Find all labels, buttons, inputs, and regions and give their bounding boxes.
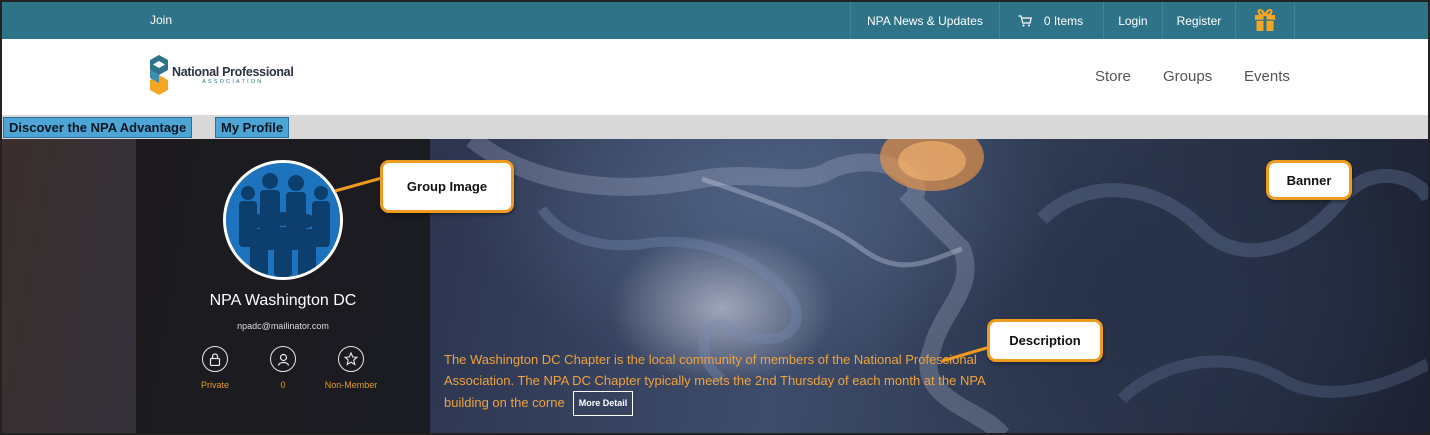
description-connector (941, 345, 991, 363)
group-image-callout: Group Image (380, 160, 514, 213)
description-callout: Description (987, 319, 1103, 362)
group-image-connector (334, 176, 383, 193)
screenshot-frame: Join NPA News & Updates 0 Items Login Re… (0, 0, 1430, 435)
banner-callout: Banner (1266, 160, 1352, 200)
callout-connectors (334, 176, 991, 363)
